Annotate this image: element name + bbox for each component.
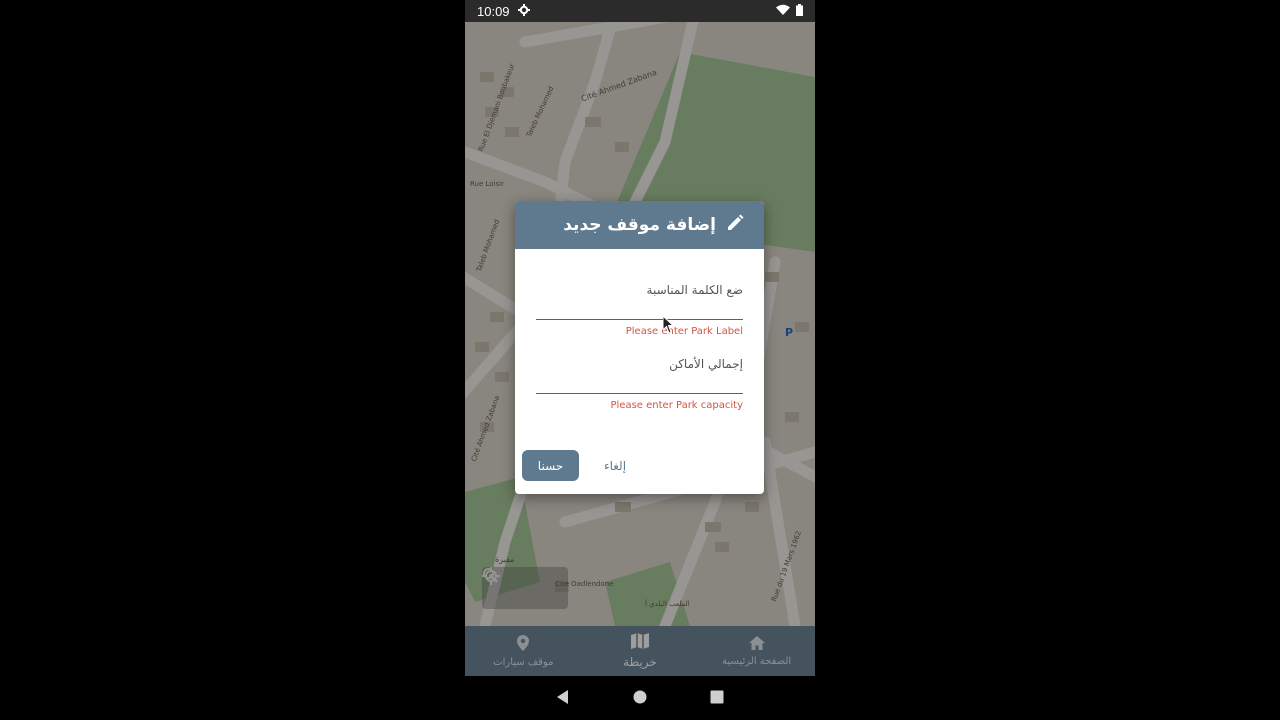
edit-pencil-icon [726,214,744,237]
park-label-input[interactable]: ضع الكلمة المناسبة [536,283,743,297]
park-label-field[interactable]: ضع الكلمة المناسبة Please enter Park Lab… [536,283,743,343]
cancel-button[interactable]: إلغاء [593,450,637,481]
recents-icon[interactable] [710,689,724,708]
status-bar: 10:09 [465,0,815,22]
battery-icon [796,3,803,19]
park-capacity-field[interactable]: إجمالي الأماكن Please enter Park capacit… [536,357,743,417]
system-navigation-bar [465,676,815,720]
park-label-underline [536,319,743,320]
add-parking-dialog: إضافة موقف جديد ضع الكلمة المناسبة Pleas… [515,201,764,494]
ok-button[interactable]: حسنا [522,450,579,481]
park-capacity-error: Please enter Park capacity [610,400,744,411]
phone-screen: 10:09 Cité Ahmed Zabana Rue El Djemani B… [465,0,815,720]
park-label-error: Please enter Park Label [625,326,743,337]
dialog-title: إضافة موقف جديد [563,215,716,235]
dialog-header: إضافة موقف جديد [515,201,764,249]
home-circle-icon[interactable] [633,689,647,708]
back-icon[interactable] [556,689,570,708]
park-capacity-underline [536,393,743,394]
status-time: 10:09 [477,3,510,19]
settings-icon [517,3,530,19]
mouse-cursor-icon [662,314,675,338]
park-capacity-input[interactable]: إجمالي الأماكن [536,357,743,371]
wifi-icon [776,4,790,18]
